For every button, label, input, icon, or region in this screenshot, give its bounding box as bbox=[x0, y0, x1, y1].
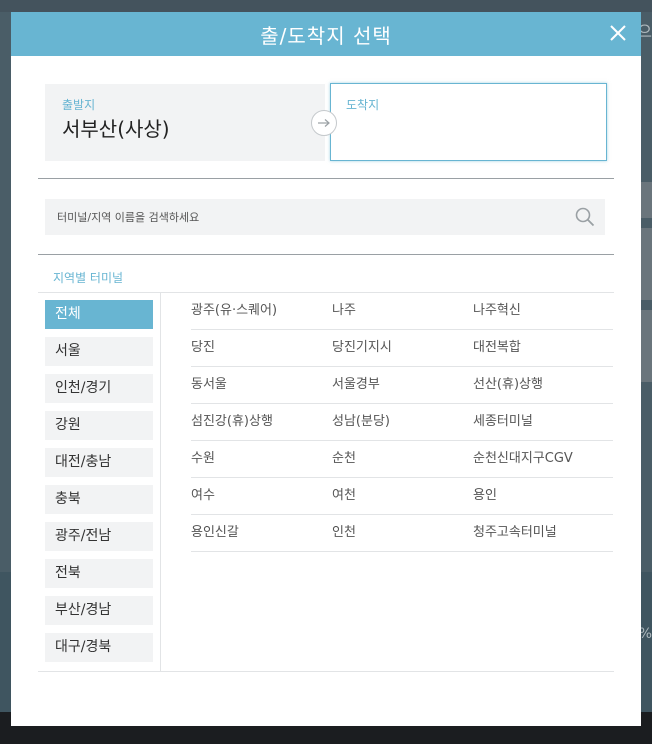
departure-label: 출발지 bbox=[62, 98, 96, 112]
terminal-item[interactable]: 성남(분당) bbox=[332, 404, 473, 440]
terminal-row: 동서울 서울경부 선산(휴)상행 bbox=[191, 367, 613, 404]
arrival-label: 도착지 bbox=[346, 98, 380, 112]
backdrop-card bbox=[641, 310, 652, 382]
backdrop-card bbox=[641, 182, 652, 218]
divider bbox=[38, 178, 614, 179]
terminal-item[interactable]: 나주 bbox=[332, 293, 473, 329]
search-bar bbox=[45, 199, 605, 235]
terminal-item[interactable]: 당진 bbox=[191, 330, 332, 366]
terminal-item[interactable]: 순천 bbox=[332, 441, 473, 477]
category-gwangju-jeonnam[interactable]: 광주/전남 bbox=[45, 522, 153, 551]
terminal-item[interactable]: 청주고속터미널 bbox=[473, 515, 613, 551]
modal-header: 출/도착지 선택 bbox=[11, 12, 641, 56]
terminal-item[interactable]: 용인 bbox=[473, 478, 613, 514]
region-title: 지역별 터미널 bbox=[53, 271, 124, 285]
backdrop-card bbox=[641, 228, 652, 300]
column-divider bbox=[160, 293, 161, 671]
terminal-item[interactable]: 인천 bbox=[332, 515, 473, 551]
category-daejeon-chungnam[interactable]: 대전/충남 bbox=[45, 448, 153, 477]
terminal-item[interactable]: 순천신대지구CGV bbox=[473, 441, 613, 477]
category-incheon-gyeonggi[interactable]: 인천/경기 bbox=[45, 374, 153, 403]
terminal-item[interactable]: 대전복합 bbox=[473, 330, 613, 366]
category-jeonbuk[interactable]: 전북 bbox=[45, 559, 153, 588]
terminal-item[interactable]: 여수 bbox=[191, 478, 332, 514]
category-busan-gyeongnam[interactable]: 부산/경남 bbox=[45, 596, 153, 625]
route-selector: 출발지 서부산(사상) 도착지 bbox=[45, 83, 607, 162]
terminal-row: 섬진강(휴)상행 성남(분당) 세종터미널 bbox=[191, 404, 613, 441]
terminal-row: 수원 순천 순천신대지구CGV bbox=[191, 441, 613, 478]
terminal-item[interactable]: 섬진강(휴)상행 bbox=[191, 404, 332, 440]
divider bbox=[38, 254, 614, 255]
terminal-item[interactable]: 동서울 bbox=[191, 367, 332, 403]
terminal-item[interactable]: 나주혁신 bbox=[473, 293, 613, 329]
backdrop-top bbox=[0, 0, 652, 12]
terminal-item[interactable]: 당진기지시 bbox=[332, 330, 473, 366]
terminal-row: 당진 당진기지시 대전복합 bbox=[191, 330, 613, 367]
terminal-row: 여수 여천 용인 bbox=[191, 478, 613, 515]
terminal-item[interactable]: 수원 bbox=[191, 441, 332, 477]
category-seoul[interactable]: 서울 bbox=[45, 337, 153, 366]
category-gangwon[interactable]: 강원 bbox=[45, 411, 153, 440]
category-chungbuk[interactable]: 충북 bbox=[45, 485, 153, 514]
divider bbox=[38, 671, 614, 672]
terminal-item[interactable]: 광주(유·스퀘어) bbox=[191, 293, 332, 329]
departure-box[interactable]: 출발지 서부산(사상) bbox=[45, 84, 325, 161]
search-icon[interactable] bbox=[575, 207, 595, 227]
terminal-row: 광주(유·스퀘어) 나주 나주혁신 bbox=[191, 293, 613, 330]
terminal-item[interactable]: 세종터미널 bbox=[473, 404, 613, 440]
departure-value: 서부산(사상) bbox=[62, 117, 170, 141]
terminal-item[interactable]: 여천 bbox=[332, 478, 473, 514]
terminal-item[interactable]: 용인신갈 bbox=[191, 515, 332, 551]
close-icon[interactable] bbox=[607, 22, 629, 44]
modal-title: 출/도착지 선택 bbox=[260, 23, 392, 48]
arrow-right-icon bbox=[311, 110, 337, 136]
arrival-box[interactable]: 도착지 bbox=[330, 83, 607, 161]
category-all[interactable]: 전체 bbox=[45, 300, 153, 329]
terminal-item[interactable]: 선산(휴)상행 bbox=[473, 367, 613, 403]
terminal-list: 광주(유·스퀘어) 나주 나주혁신 당진 당진기지시 대전복합 동서울 서울경부… bbox=[191, 293, 613, 552]
search-input[interactable] bbox=[45, 199, 565, 235]
terminal-item[interactable]: 서울경부 bbox=[332, 367, 473, 403]
region-category-list: 전체 서울 인천/경기 강원 대전/충남 충북 광주/전남 전북 부산/경남 대… bbox=[45, 300, 153, 670]
category-daegu-gyeongbuk[interactable]: 대구/경북 bbox=[45, 633, 153, 662]
terminal-row: 용인신갈 인천 청주고속터미널 bbox=[191, 515, 613, 552]
route-select-modal: 출/도착지 선택 출발지 서부산(사상) 도착지 터미널/지역 이름을 검색하세… bbox=[11, 12, 641, 726]
